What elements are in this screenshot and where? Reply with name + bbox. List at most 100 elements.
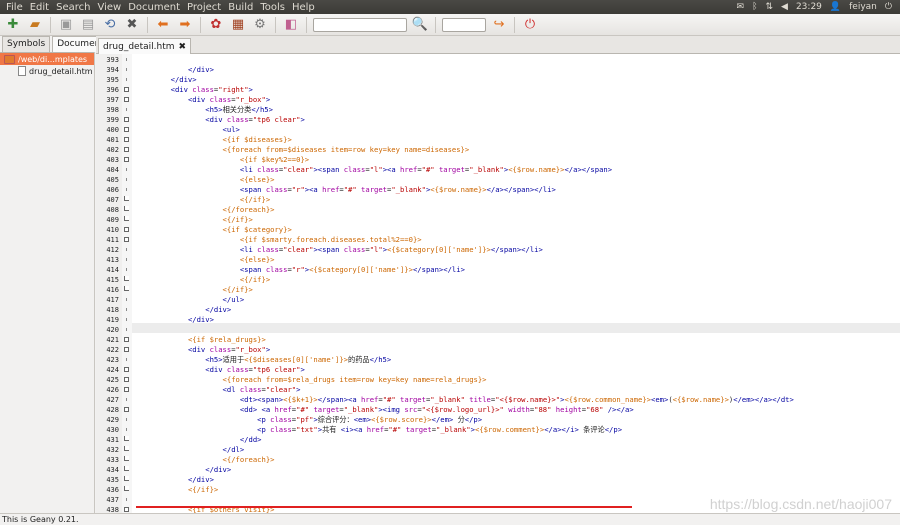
search-icon[interactable]: 🔍 bbox=[411, 16, 429, 34]
code-line[interactable]: 393 bbox=[96, 55, 900, 65]
fold-toggle-icon[interactable] bbox=[124, 237, 129, 242]
fold-toggle-icon[interactable] bbox=[124, 347, 129, 352]
network-icon[interactable]: ⇅ bbox=[765, 2, 773, 12]
fold-toggle-icon[interactable] bbox=[124, 337, 129, 342]
code-line[interactable]: 399 <div class="tp6 clear"> bbox=[96, 115, 900, 125]
fold-toggle-icon[interactable] bbox=[124, 227, 129, 232]
code-line[interactable]: 413 <{else}> bbox=[96, 255, 900, 265]
code-line[interactable]: 396 <div class="right"> bbox=[96, 85, 900, 95]
close-tab-icon[interactable]: ✖ bbox=[179, 42, 187, 52]
menu-edit[interactable]: Edit bbox=[30, 2, 49, 13]
code-line[interactable]: 406 <span class="r"><a href="#" target="… bbox=[96, 185, 900, 195]
code-line[interactable]: 435 </div> bbox=[96, 475, 900, 485]
code-line[interactable]: 407 <{/if}> bbox=[96, 195, 900, 205]
code-line[interactable]: 433 <{/foreach}> bbox=[96, 455, 900, 465]
menu-view[interactable]: View bbox=[97, 2, 121, 13]
fold-toggle-icon[interactable] bbox=[124, 87, 129, 92]
clock[interactable]: 23:29 bbox=[796, 2, 822, 12]
mail-icon[interactable]: ✉ bbox=[737, 2, 745, 12]
code-line[interactable]: 434 </div> bbox=[96, 465, 900, 475]
code-line[interactable]: 428 <dd> <a href="#" target="_blank"><im… bbox=[96, 405, 900, 415]
code-line[interactable]: 426 <dl class="clear"> bbox=[96, 385, 900, 395]
code-line[interactable]: 414 <span class="r"><{$category[0]['name… bbox=[96, 265, 900, 275]
code-line[interactable]: 432 </dl> bbox=[96, 445, 900, 455]
back-icon[interactable]: ⬅ bbox=[154, 16, 172, 34]
menu-project[interactable]: Project bbox=[187, 2, 221, 13]
code-line[interactable]: 418 </div> bbox=[96, 305, 900, 315]
code-line[interactable]: 425 <{foreach from=$rela_drugs item=row … bbox=[96, 375, 900, 385]
code-line[interactable]: 403 <{if $key%2==0}> bbox=[96, 155, 900, 165]
menu-search[interactable]: Search bbox=[56, 2, 90, 13]
goto-line-icon[interactable]: ↪ bbox=[490, 16, 508, 34]
fold-toggle-icon[interactable] bbox=[124, 157, 129, 162]
code-line[interactable]: 416 <{/if}> bbox=[96, 285, 900, 295]
new-file-icon[interactable]: ✚ bbox=[4, 16, 22, 34]
quit-icon[interactable]: ⏻ bbox=[521, 16, 539, 34]
build-icon[interactable]: ▦ bbox=[229, 16, 247, 34]
save-icon[interactable]: ▣ bbox=[57, 16, 75, 34]
code-line[interactable]: 430 <p class="txt">共有 <i><a href="#" tar… bbox=[96, 425, 900, 435]
code-line[interactable]: 401 <{if $diseases}> bbox=[96, 135, 900, 145]
fold-toggle-icon[interactable] bbox=[124, 97, 129, 102]
color-icon[interactable]: ◧ bbox=[282, 16, 300, 34]
code-line[interactable]: 422 <div class="r_box"> bbox=[96, 345, 900, 355]
menu-help[interactable]: Help bbox=[292, 2, 315, 13]
compile-icon[interactable]: ✿ bbox=[207, 16, 225, 34]
power-icon[interactable]: ⏻ bbox=[885, 2, 892, 12]
code-line[interactable]: 395 </div> bbox=[96, 75, 900, 85]
search-input[interactable] bbox=[313, 17, 407, 32]
menu-document[interactable]: Document bbox=[128, 2, 180, 13]
revert-icon[interactable]: ⟲ bbox=[101, 16, 119, 34]
code-line[interactable]: 409 <{/if}> bbox=[96, 215, 900, 225]
forward-icon[interactable]: ➡ bbox=[176, 16, 194, 34]
code-line[interactable]: 402 <{foreach from=$diseases item=row ke… bbox=[96, 145, 900, 155]
fold-toggle-icon[interactable] bbox=[124, 127, 129, 132]
code-line[interactable]: 404 <li class="clear"><span class="l"><a… bbox=[96, 165, 900, 175]
code-line[interactable]: 436 <{/if}> bbox=[96, 485, 900, 495]
code-line[interactable]: 394 </div> bbox=[96, 65, 900, 75]
fold-toggle-icon[interactable] bbox=[124, 367, 129, 372]
code-editor[interactable]: 393 394 </div> 395 </div> 396 <div class="r… bbox=[96, 54, 900, 513]
goto-line-input[interactable] bbox=[442, 17, 486, 32]
open-file-icon[interactable]: ▰ bbox=[26, 16, 44, 34]
fold-toggle-icon[interactable] bbox=[124, 137, 129, 142]
code-line[interactable]: 429 <p class="pf">综合评分：<em><{$row.score}… bbox=[96, 415, 900, 425]
code-line[interactable]: 427 <dt><span><{$k+1}></span><a href="#"… bbox=[96, 395, 900, 405]
code-line[interactable]: 424 <div class="tp6 clear"> bbox=[96, 365, 900, 375]
tab-symbols[interactable]: Symbols bbox=[2, 36, 51, 52]
code-line[interactable]: 405 <{else}> bbox=[96, 175, 900, 185]
code-line[interactable]: 423 <h5>适用于<{$diseases[0]['name']}>的药品</… bbox=[96, 355, 900, 365]
user-name[interactable]: feiyan bbox=[849, 2, 877, 12]
fold-toggle-icon[interactable] bbox=[124, 117, 129, 122]
tree-folder[interactable]: /web/di...mplates bbox=[0, 53, 94, 65]
menu-file[interactable]: File bbox=[6, 2, 23, 13]
document-tab[interactable]: drug_detail.htm ✖ bbox=[98, 38, 192, 54]
volume-icon[interactable]: ◀ bbox=[781, 2, 788, 12]
menu-build[interactable]: Build bbox=[228, 2, 253, 13]
fold-toggle-icon[interactable] bbox=[124, 507, 129, 512]
code-line[interactable]: 408 <{/foreach}> bbox=[96, 205, 900, 215]
close-icon[interactable]: ✖ bbox=[123, 16, 141, 34]
run-icon[interactable]: ⚙ bbox=[251, 16, 269, 34]
fold-toggle-icon[interactable] bbox=[124, 377, 129, 382]
save-all-icon[interactable]: ▤ bbox=[79, 16, 97, 34]
code-line[interactable]: 419 </div> bbox=[96, 315, 900, 325]
fold-toggle-icon[interactable] bbox=[124, 407, 129, 412]
code-line[interactable]: 420 bbox=[96, 325, 900, 335]
tree-file[interactable]: drug_detail.htm bbox=[0, 65, 94, 77]
code-line[interactable]: 410 <{if $category}> bbox=[96, 225, 900, 235]
fold-toggle-icon[interactable] bbox=[124, 147, 129, 152]
code-line[interactable]: 398 <h5>相关分类</h5> bbox=[96, 105, 900, 115]
code-line[interactable]: 415 <{/if}> bbox=[96, 275, 900, 285]
code-text: <p class="txt">共有 <i><a href="#" target=… bbox=[257, 425, 623, 434]
code-line[interactable]: 431 </dd> bbox=[96, 435, 900, 445]
code-line[interactable]: 411 <{if $smarty.foreach.diseases.total%… bbox=[96, 235, 900, 245]
fold-toggle-icon[interactable] bbox=[124, 387, 129, 392]
code-line[interactable]: 421 <{if $rela_drugs}> bbox=[96, 335, 900, 345]
menu-tools[interactable]: Tools bbox=[260, 2, 285, 13]
bluetooth-icon[interactable]: ᛒ bbox=[752, 2, 757, 12]
code-line[interactable]: 412 <li class="clear"><span class="l"><{… bbox=[96, 245, 900, 255]
code-line[interactable]: 397 <div class="r_box"> bbox=[96, 95, 900, 105]
code-line[interactable]: 400 <ul> bbox=[96, 125, 900, 135]
code-line[interactable]: 417 </ul> bbox=[96, 295, 900, 305]
